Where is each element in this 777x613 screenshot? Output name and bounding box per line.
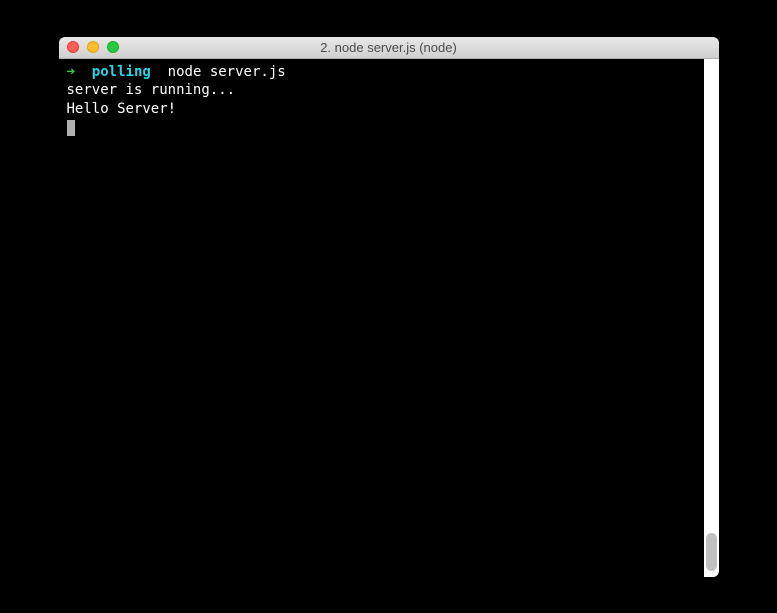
traffic-lights [59,41,119,53]
prompt-line: ➜ polling node server.js [67,63,696,82]
minimize-button[interactable] [87,41,99,53]
prompt-command: node server.js [168,64,286,80]
maximize-button[interactable] [107,41,119,53]
titlebar[interactable]: 2. node server.js (node) [59,37,719,59]
window-title: 2. node server.js (node) [59,40,719,55]
terminal-cursor [67,120,75,136]
prompt-arrow-icon: ➜ [67,64,75,80]
scrollbar-thumb[interactable] [706,533,717,571]
prompt-cwd: polling [92,64,151,80]
output-line: server is running... [67,81,696,100]
scrollbar-track[interactable] [704,59,719,577]
terminal-body[interactable]: ➜ polling node server.jsserver is runnin… [59,59,719,577]
terminal-content[interactable]: ➜ polling node server.jsserver is runnin… [59,59,704,577]
close-button[interactable] [67,41,79,53]
terminal-window: 2. node server.js (node) ➜ polling node … [59,37,719,577]
output-line: Hello Server! [67,100,696,119]
